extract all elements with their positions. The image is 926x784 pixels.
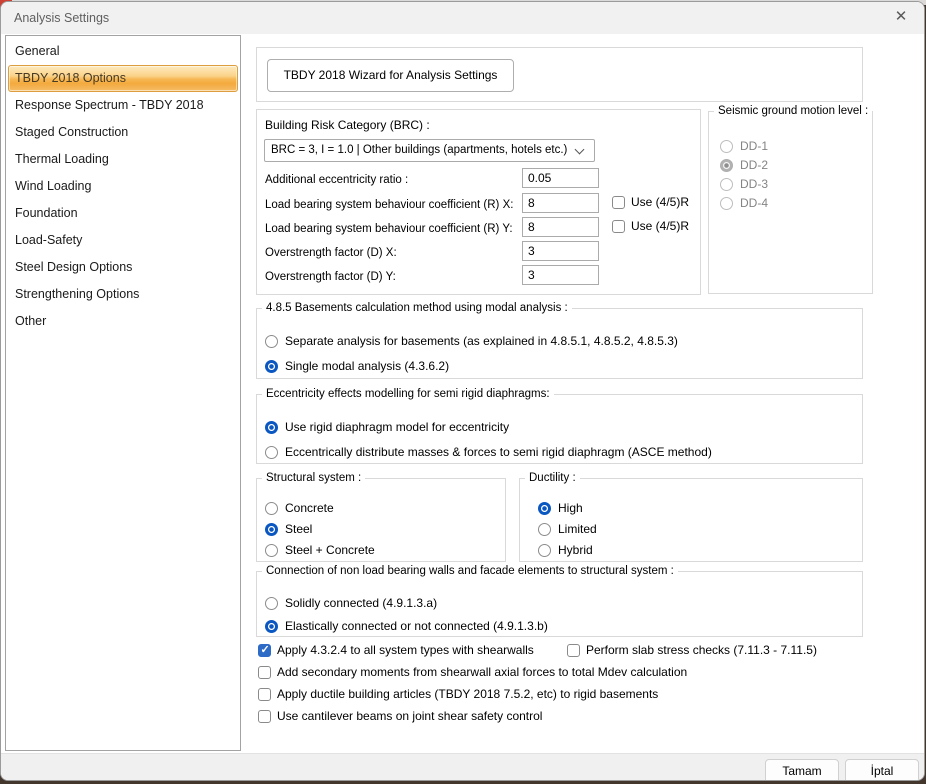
radio-steel-concrete[interactable]: Steel + Concrete [265, 543, 375, 557]
secondary-moments-checkbox[interactable]: Add secondary moments from shearwall axi… [258, 665, 687, 679]
sidebar-item-staged-construction[interactable]: Staged Construction [6, 119, 240, 146]
radio-ductility-hybrid[interactable]: Hybrid [538, 543, 593, 557]
tbdy-wizard-button[interactable]: TBDY 2018 Wizard for Analysis Settings [267, 59, 514, 92]
basements-legend: 4.8.5 Basements calculation method using… [262, 302, 572, 314]
ductility-group: Ductility : High Limited Hybrid [519, 472, 863, 562]
radio-eccentric-distribute-masses[interactable]: Eccentrically distribute masses & forces… [265, 445, 712, 459]
overstrength-x-input[interactable] [522, 241, 599, 261]
overstrength-y-input[interactable] [522, 265, 599, 285]
sidebar-item-strengthening-options[interactable]: Strengthening Options [6, 281, 240, 308]
sidebar-item-response-spectrum[interactable]: Response Spectrum - TBDY 2018 [6, 92, 240, 119]
radio-ductility-limited[interactable]: Limited [538, 522, 597, 536]
r-coefficient-y-label: Load bearing system behaviour coefficien… [265, 223, 513, 235]
sidebar-item-thermal-loading[interactable]: Thermal Loading [6, 146, 240, 173]
radio-elastically-connected[interactable]: Elastically connected or not connected (… [265, 619, 548, 633]
chevron-down-icon [575, 145, 585, 155]
ductile-building-articles-checkbox[interactable]: Apply ductile building articles (TBDY 20… [258, 687, 658, 701]
eccentricity-ratio-input[interactable] [522, 168, 599, 188]
sidebar: General TBDY 2018 Options Response Spect… [5, 35, 241, 751]
radio-rigid-diaphragm-model[interactable]: Use rigid diaphragm model for eccentrici… [265, 420, 509, 434]
ductility-legend: Ductility : [525, 472, 580, 484]
radio-ductility-high[interactable]: High [538, 501, 583, 515]
r-coefficient-x-label: Load bearing system behaviour coefficien… [265, 199, 513, 211]
apply-4324-checkbox[interactable]: Apply 4.3.2.4 to all system types with s… [258, 643, 534, 657]
radio-single-modal-analysis[interactable]: Single modal analysis (4.3.6.2) [265, 359, 449, 373]
radio-dd-2: DD-2 [720, 158, 768, 172]
radio-concrete[interactable]: Concrete [265, 501, 334, 515]
r-coefficient-y-input[interactable] [522, 217, 599, 237]
sidebar-item-general[interactable]: General [6, 38, 240, 65]
sidebar-item-wind-loading[interactable]: Wind Loading [6, 173, 240, 200]
use-45r-x-checkbox-box[interactable] [612, 196, 625, 209]
eccentricity-legend: Eccentricity effects modelling for semi … [262, 388, 554, 400]
seismic-legend: Seismic ground motion level : [714, 105, 872, 117]
sidebar-item-tbdy-2018-options[interactable]: TBDY 2018 Options [8, 65, 238, 92]
radio-dd-1: DD-1 [720, 139, 768, 153]
radio-dd-4: DD-4 [720, 196, 768, 210]
sidebar-item-foundation[interactable]: Foundation [6, 200, 240, 227]
close-icon[interactable]: ✕ [882, 2, 920, 34]
sidebar-item-load-safety[interactable]: Load-Safety [6, 227, 240, 254]
dialog-title: Analysis Settings [14, 2, 109, 34]
brc-dropdown[interactable]: BRC = 3, I = 1.0 | Other buildings (apar… [264, 139, 595, 162]
eccentricity-group: Eccentricity effects modelling for semi … [256, 388, 863, 464]
slab-stress-checks-checkbox[interactable]: Perform slab stress checks (7.11.3 - 7.1… [567, 643, 817, 657]
structural-system-legend: Structural system : [262, 472, 365, 484]
radio-steel[interactable]: Steel [265, 522, 312, 536]
radio-dd-3: DD-3 [720, 177, 768, 191]
wizard-box: TBDY 2018 Wizard for Analysis Settings [256, 47, 863, 102]
cancel-button[interactable]: İptal [845, 759, 919, 781]
use-45r-y-checkbox-box[interactable] [612, 220, 625, 233]
use-45r-y-checkbox[interactable]: Use (4/5)R [612, 219, 689, 233]
use-45r-x-checkbox[interactable]: Use (4/5)R [612, 195, 689, 209]
radio-solidly-connected[interactable]: Solidly connected (4.9.1.3.a) [265, 596, 437, 610]
overstrength-x-label: Overstrength factor (D) X: [265, 247, 397, 259]
brc-label: Building Risk Category (BRC) : [265, 118, 430, 132]
overstrength-y-label: Overstrength factor (D) Y: [265, 271, 396, 283]
title-bar: Analysis Settings ✕ [1, 2, 924, 34]
brc-group: Building Risk Category (BRC) : BRC = 3, … [256, 109, 701, 295]
basements-group: 4.8.5 Basements calculation method using… [256, 302, 863, 379]
r-coefficient-x-input[interactable] [522, 193, 599, 213]
sidebar-item-other[interactable]: Other [6, 308, 240, 335]
structural-system-group: Structural system : Concrete Steel Steel… [256, 472, 506, 562]
analysis-settings-dialog: Analysis Settings ✕ General TBDY 2018 Op… [0, 1, 925, 781]
seismic-group: Seismic ground motion level : DD-1 DD-2 … [708, 105, 873, 294]
cantilever-beams-checkbox[interactable]: Use cantilever beams on joint shear safe… [258, 709, 542, 723]
eccentricity-ratio-label: Additional eccentricity ratio : [265, 174, 408, 186]
brc-dropdown-value: BRC = 3, I = 1.0 | Other buildings (apar… [271, 140, 571, 161]
connection-group: Connection of non load bearing walls and… [256, 565, 863, 637]
sidebar-item-steel-design-options[interactable]: Steel Design Options [6, 254, 240, 281]
connection-legend: Connection of non load bearing walls and… [262, 565, 678, 577]
radio-separate-basement-analysis[interactable]: Separate analysis for basements (as expl… [265, 334, 678, 348]
ok-button[interactable]: Tamam [765, 759, 839, 781]
